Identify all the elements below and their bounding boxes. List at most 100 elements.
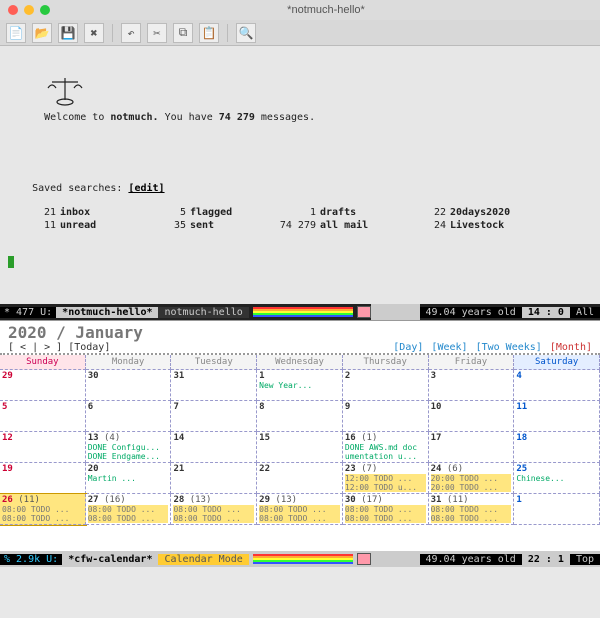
event[interactable]: umentation u... <box>345 452 426 461</box>
calendar-cell[interactable]: 30 (17)08:00 TODO ...08:00 TODO ... <box>343 494 429 525</box>
saved-search-count: 5 <box>138 207 186 218</box>
saved-search-item[interactable]: 35sent <box>138 220 268 231</box>
event[interactable]: 08:00 TODO ... <box>431 505 512 514</box>
window-titlebar: *notmuch-hello* <box>0 0 600 20</box>
calendar-cell[interactable]: 26 (11)08:00 TODO ...08:00 TODO ... <box>0 494 86 525</box>
calendar-cell[interactable]: 30 <box>86 370 172 401</box>
calendar-cell[interactable]: 1New Year... <box>257 370 343 401</box>
saved-search-count: 24 <box>398 220 446 231</box>
event[interactable]: 08:00 TODO ... <box>431 514 512 523</box>
event[interactable]: 08:00 TODO ... <box>259 505 340 514</box>
event[interactable]: 08:00 TODO ... <box>173 505 254 514</box>
calendar-cell[interactable]: 24 (6)20:00 TODO ...20:00 TODO ... <box>429 463 515 494</box>
event[interactable]: 20:00 TODO ... <box>431 483 512 492</box>
copy-icon[interactable]: ⧉ <box>173 23 193 43</box>
saved-search-name: drafts <box>320 207 356 218</box>
calendar-cell[interactable]: 9 <box>343 401 429 432</box>
calendar-cell[interactable]: 27 (16)08:00 TODO ...08:00 TODO ... <box>86 494 172 525</box>
calendar-cell[interactable]: 31 <box>171 370 257 401</box>
search-icon[interactable]: 🔍 <box>236 23 256 43</box>
day-number: 29 <box>2 371 13 381</box>
edit-button[interactable]: [edit] <box>128 183 164 194</box>
close-icon[interactable] <box>8 5 18 15</box>
event[interactable]: 08:00 TODO ... <box>345 505 426 514</box>
calendar-cell[interactable]: 12 <box>0 432 86 463</box>
calendar-views: [Day] [Week] [Two Weeks] [Month] <box>391 342 592 353</box>
saved-search-item[interactable]: 24Livestock <box>398 220 528 231</box>
event[interactable]: New Year... <box>259 381 340 390</box>
event[interactable]: Martin ... <box>88 474 169 483</box>
event[interactable]: 08:00 TODO ... <box>173 514 254 523</box>
window-title: *notmuch-hello* <box>60 4 592 16</box>
calendar-cell[interactable]: 8 <box>257 401 343 432</box>
new-file-icon[interactable]: 📄 <box>6 23 26 43</box>
calendar-cell[interactable]: 7 <box>171 401 257 432</box>
day-number: 27 <box>88 495 99 505</box>
event[interactable]: 08:00 TODO ... <box>2 514 83 523</box>
event[interactable]: DONE AWS.md doc <box>345 443 426 452</box>
calendar-cell[interactable]: 18 <box>514 432 600 463</box>
saved-search-item[interactable]: 11unread <box>8 220 138 231</box>
day-number: 25 <box>516 464 527 474</box>
weekday-label: Saturday <box>514 355 600 370</box>
calendar-cell[interactable]: 28 (13)08:00 TODO ...08:00 TODO ... <box>171 494 257 525</box>
calendar-cell[interactable]: 19 <box>0 463 86 494</box>
save-icon[interactable]: 💾 <box>58 23 78 43</box>
view-day[interactable]: [Day] <box>393 342 423 353</box>
calendar-cell[interactable]: 2 <box>343 370 429 401</box>
calendar-cell[interactable]: 10 <box>429 401 515 432</box>
event[interactable]: 12:00 TODO ... <box>345 474 426 483</box>
calendar-cell[interactable]: 29 <box>0 370 86 401</box>
calendar-cell[interactable]: 6 <box>86 401 172 432</box>
calendar-cell[interactable]: 14 <box>171 432 257 463</box>
calendar-cell[interactable]: 23 (7)12:00 TODO ...12:00 TODO u... <box>343 463 429 494</box>
modeline-age: 49.04 years old <box>420 307 522 318</box>
event[interactable]: Chinese... <box>516 474 597 483</box>
saved-search-item[interactable]: 74 279all mail <box>268 220 398 231</box>
calendar-cell[interactable]: 17 <box>429 432 515 463</box>
calendar-cell[interactable]: 4 <box>514 370 600 401</box>
saved-search-item[interactable]: 1drafts <box>268 207 398 218</box>
calendar-cell[interactable]: 13 (4)DONE Configu...DONE Endgame... <box>86 432 172 463</box>
event[interactable]: 08:00 TODO ... <box>345 514 426 523</box>
close-icon[interactable]: ✖ <box>84 23 104 43</box>
calendar-cell[interactable]: 25Chinese... <box>514 463 600 494</box>
view-week[interactable]: [Week] <box>431 342 467 353</box>
calendar-cell[interactable]: 21 <box>171 463 257 494</box>
calendar-cell[interactable]: 5 <box>0 401 86 432</box>
saved-search-count: 35 <box>138 220 186 231</box>
saved-search-item[interactable]: 5flagged <box>138 207 268 218</box>
paste-icon[interactable]: 📋 <box>199 23 219 43</box>
saved-search-item[interactable]: 2220days2020 <box>398 207 528 218</box>
event[interactable]: 20:00 TODO ... <box>431 474 512 483</box>
calendar-cell[interactable]: 22 <box>257 463 343 494</box>
view-two-weeks[interactable]: [Two Weeks] <box>476 342 542 353</box>
calendar-cell[interactable]: 15 <box>257 432 343 463</box>
calendar-cell[interactable]: 31 (11)08:00 TODO ...08:00 TODO ... <box>429 494 515 525</box>
calendar-nav[interactable]: [ < | > ] [Today] <box>8 342 143 353</box>
open-icon[interactable]: 📂 <box>32 23 52 43</box>
calendar-cell[interactable]: 1 <box>514 494 600 525</box>
day-number: 2 <box>345 371 350 381</box>
calendar-cell[interactable]: 3 <box>429 370 515 401</box>
event[interactable]: DONE Endgame... <box>88 452 169 461</box>
event[interactable]: 08:00 TODO ... <box>88 505 169 514</box>
event[interactable]: 12:00 TODO u... <box>345 483 426 492</box>
calendar-cell[interactable]: 16 (1)DONE AWS.md documentation u... <box>343 432 429 463</box>
event-count: (6) <box>447 464 463 474</box>
cut-icon[interactable]: ✂ <box>147 23 167 43</box>
maximize-icon[interactable] <box>40 5 50 15</box>
event[interactable]: 08:00 TODO ... <box>88 514 169 523</box>
ml2-mode: Calendar Mode <box>158 554 248 565</box>
saved-search-item[interactable]: 21inbox <box>8 207 138 218</box>
view-month[interactable]: [Month] <box>550 342 592 353</box>
minimize-icon[interactable] <box>24 5 34 15</box>
event[interactable]: DONE Configu... <box>88 443 169 452</box>
weekday-label: Monday <box>86 355 172 370</box>
undo-icon[interactable]: ↶ <box>121 23 141 43</box>
event[interactable]: 08:00 TODO ... <box>2 505 83 514</box>
calendar-cell[interactable]: 29 (13)08:00 TODO ...08:00 TODO ... <box>257 494 343 525</box>
calendar-cell[interactable]: 20Martin ... <box>86 463 172 494</box>
event[interactable]: 08:00 TODO ... <box>259 514 340 523</box>
calendar-cell[interactable]: 11 <box>514 401 600 432</box>
